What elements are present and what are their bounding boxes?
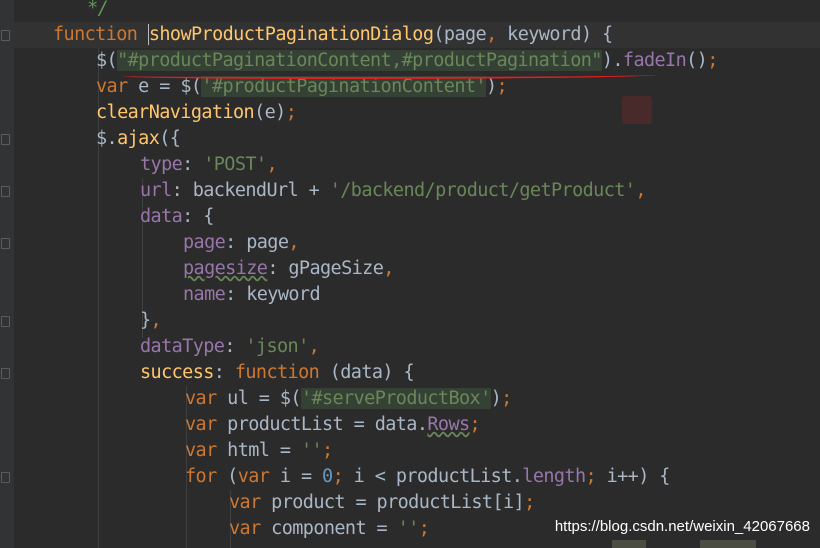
code-token: */: [66, 0, 109, 19]
code-token: ,: [308, 336, 320, 357]
code-token: var: [96, 76, 128, 97]
code-token: 'json': [245, 336, 309, 357]
code-token: }: [140, 310, 151, 331]
fold-marker-icon[interactable]: [1, 30, 10, 41]
scroll-marker: [700, 540, 756, 548]
code-token: '#productPaginationContent': [201, 76, 487, 97]
code-token: ,: [635, 180, 646, 201]
code-token: 'POST': [203, 154, 267, 175]
code-token: url: [140, 180, 172, 201]
code-token: showProductPaginationDialog: [148, 24, 434, 45]
code-token: (: [216, 466, 238, 487]
code-token: : keyword: [225, 284, 320, 305]
code-token: : backendUrl +: [171, 180, 330, 201]
code-token: ul = $(: [216, 388, 301, 409]
code-token: '#serveProductBox': [300, 388, 491, 409]
code-token: (e): [254, 102, 286, 123]
code-token: var: [229, 492, 261, 513]
code-token: product = productList[i]: [260, 492, 525, 513]
code-token: 0: [322, 466, 333, 487]
code-token: ajax: [117, 128, 160, 149]
code-token: ;: [322, 440, 333, 461]
code-token: ): [485, 76, 497, 97]
code-token: "#productPaginationContent,#productPagin…: [117, 50, 602, 71]
code-token: i++) {: [596, 466, 671, 487]
code-line[interactable]: function showProductPaginationDialog(pag…: [14, 22, 820, 48]
code-token: dataType: [140, 336, 225, 357]
code-token: ;: [285, 102, 297, 123]
code-token: (data) {: [319, 362, 415, 383]
code-token: clearNavigation: [96, 102, 255, 123]
code-token: $.: [96, 128, 118, 149]
code-token: e = $(: [127, 76, 202, 97]
watermark-text: https://blog.csdn.net/weixin_42067668: [554, 518, 810, 535]
code-token: ,: [150, 310, 162, 331]
code-token: $(: [96, 50, 118, 71]
fold-marker-icon[interactable]: [1, 238, 10, 249]
code-token: ;: [707, 50, 718, 71]
code-token: var: [237, 466, 270, 487]
code-token: ;: [524, 492, 535, 513]
code-token: ;: [469, 414, 481, 435]
code-token: :: [213, 362, 235, 383]
code-token: : gPageSize: [267, 258, 384, 279]
code-token: data: [140, 206, 183, 227]
code-token: '/backend/product/getProduct': [329, 180, 636, 201]
code-token: i < productList.: [343, 466, 523, 487]
code-token: ;: [585, 466, 597, 487]
code-token: var: [185, 414, 217, 435]
code-token: (page: [433, 24, 487, 45]
code-token: name: [183, 284, 226, 305]
code-token: (): [686, 50, 708, 71]
scroll-marker: [612, 540, 646, 548]
code-token: : {: [182, 206, 214, 227]
code-token: ;: [332, 466, 344, 487]
code-token: fadeIn: [622, 50, 687, 71]
code-token: html =: [216, 440, 301, 461]
code-token: function: [53, 24, 138, 45]
code-token: ;: [496, 76, 508, 97]
code-token: ).: [601, 50, 624, 71]
code-token: page: [183, 232, 226, 253]
code-token: ;: [418, 518, 430, 539]
code-token: type: [140, 154, 183, 175]
fold-marker-icon[interactable]: [1, 472, 10, 483]
code-token: ({: [159, 128, 181, 149]
code-token: var: [185, 388, 217, 409]
fold-marker-icon[interactable]: [1, 134, 10, 145]
code-token: var: [185, 440, 217, 461]
code-token: ,: [486, 24, 497, 45]
code-token: ,: [383, 258, 394, 279]
code-token: '': [300, 440, 323, 461]
code-token: keyword) {: [496, 24, 613, 45]
code-token: :: [182, 154, 204, 175]
fold-marker-icon[interactable]: [1, 368, 10, 379]
editor-gutter: [0, 0, 14, 548]
search-icon[interactable]: [622, 96, 652, 124]
red-annotation-underline: [122, 72, 656, 79]
code-token: component =: [260, 518, 398, 539]
fold-marker-icon[interactable]: [1, 186, 10, 197]
code-token: i =: [269, 466, 323, 487]
code-token: ;: [501, 388, 512, 409]
code-token: ): [490, 388, 502, 409]
code-token: Rows: [427, 414, 470, 435]
code-token: ,: [266, 154, 278, 175]
fold-marker-icon[interactable]: [1, 316, 10, 327]
code-token: success: [140, 362, 214, 383]
code-token: : page: [225, 232, 289, 253]
code-token: var: [229, 518, 261, 539]
code-token: productList = data.: [216, 414, 428, 435]
code-token: pagesize: [183, 258, 268, 279]
code-token: :: [224, 336, 246, 357]
code-token: for: [185, 466, 217, 487]
code-token: '': [397, 518, 420, 539]
code-token: ,: [288, 232, 299, 253]
code-token: length: [522, 466, 586, 487]
code-token: function: [234, 362, 320, 383]
